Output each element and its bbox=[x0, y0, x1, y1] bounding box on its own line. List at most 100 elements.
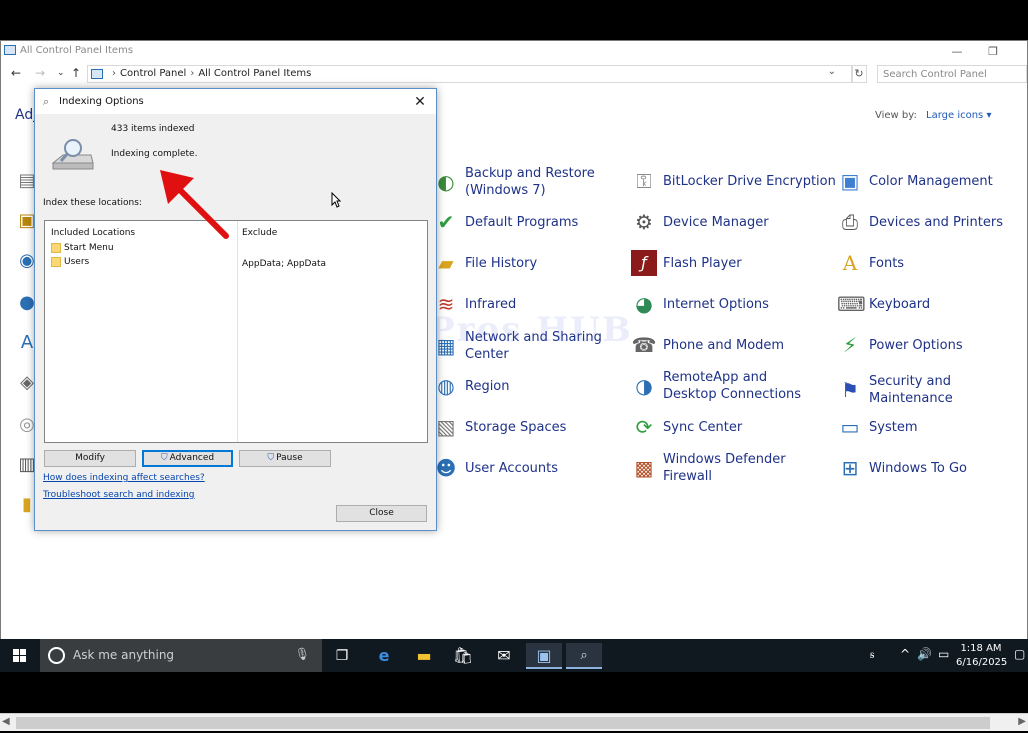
search-input[interactable]: Search Control Panel bbox=[877, 65, 1027, 83]
clock-time: 1:18 AM bbox=[960, 643, 1002, 654]
up-arrow-icon[interactable]: ↑ bbox=[71, 66, 81, 80]
window-title: All Control Panel Items bbox=[20, 45, 134, 56]
cp-item-devices-printers[interactable]: ⎙ Devices and Printers bbox=[837, 209, 1003, 235]
close-button[interactable]: Close bbox=[336, 505, 427, 522]
taskbar: Ask me anything 🎙 ❐ e ▬ 🛍 ✉ ▣ ⌕ ꭶ ^ 🔊 ▭ … bbox=[0, 639, 1028, 672]
start-button[interactable] bbox=[0, 639, 40, 672]
breadcrumb-all-items[interactable]: All Control Panel Items bbox=[198, 68, 311, 79]
power-options-icon: ⚡ bbox=[842, 333, 858, 357]
phone-modem-icon: ☎ bbox=[631, 333, 657, 357]
bitlocker-icon: ⚿ bbox=[636, 169, 652, 193]
forward-arrow-icon[interactable]: → bbox=[35, 66, 45, 80]
cp-item-color-management[interactable]: ▣ Color Management bbox=[837, 168, 993, 194]
printer-icon: ⎙ bbox=[842, 210, 858, 234]
cp-item-backup[interactable]: ◐ Backup and Restore (Windows 7) bbox=[433, 165, 595, 199]
firewall-icon: ▩ bbox=[634, 456, 654, 480]
edge-browser-icon[interactable]: e bbox=[366, 643, 402, 669]
breadcrumb-control-panel[interactable]: Control Panel bbox=[120, 68, 186, 79]
desktop-screen: All Control Panel Items — ❐ ← → ⌄ ↑ › Con… bbox=[0, 0, 1028, 733]
control-panel-taskbar-icon[interactable]: ▣ bbox=[526, 643, 562, 669]
address-bar-row: ← → ⌄ ↑ › Control Panel › All Control Panel… bbox=[1, 63, 1027, 85]
table-row[interactable]: Users bbox=[51, 257, 89, 267]
pause-button[interactable]: ⛉ Pause bbox=[239, 450, 331, 467]
exclude-value: AppData; AppData bbox=[242, 259, 327, 269]
indexing-drive-icon bbox=[51, 139, 94, 170]
file-explorer-icon[interactable]: ▬ bbox=[406, 643, 442, 669]
scroll-right-arrow-icon[interactable]: ▶ bbox=[1018, 716, 1026, 727]
link-troubleshoot[interactable]: Troubleshoot search and indexing bbox=[43, 490, 195, 500]
breadcrumb: › Control Panel › All Control Panel Items bbox=[112, 68, 312, 79]
cp-item-device-manager[interactable]: ⚙ Device Manager bbox=[631, 209, 769, 235]
windows-to-go-icon: ⊞ bbox=[841, 456, 859, 480]
refresh-icon[interactable]: ↻ bbox=[851, 65, 867, 83]
internet-options-icon: ◕ bbox=[635, 292, 653, 316]
remoteapp-icon: ◑ bbox=[635, 374, 653, 398]
cortana-search-box[interactable]: Ask me anything 🎙 bbox=[40, 639, 322, 672]
dialog-title-bar[interactable]: ⌕ Indexing Options ✕ bbox=[35, 89, 436, 114]
recent-locations-chevron-icon[interactable]: ⌄ bbox=[57, 68, 65, 78]
indexing-options-taskbar-icon[interactable]: ⌕ bbox=[566, 643, 602, 669]
items-indexed-count: 433 items indexed bbox=[111, 124, 195, 134]
minimize-button[interactable]: — bbox=[939, 43, 975, 61]
view-by-dropdown[interactable]: Large icons ▾ bbox=[926, 110, 991, 121]
windows-logo-icon bbox=[13, 649, 26, 662]
keyboard-icon: ⌨ bbox=[837, 292, 866, 316]
action-center-icon[interactable]: ▢ bbox=[1014, 647, 1025, 661]
view-by: View by: Large icons ▾ bbox=[875, 110, 991, 121]
locations-table[interactable]: Included Locations Exclude Start Menu Us… bbox=[44, 220, 428, 443]
cortana-placeholder: Ask me anything bbox=[73, 648, 175, 662]
volume-icon[interactable]: 🔊 bbox=[917, 647, 932, 661]
red-annotation-arrow bbox=[160, 170, 229, 239]
title-bar[interactable]: All Control Panel Items — ❐ bbox=[1, 41, 1027, 63]
fonts-icon: A bbox=[842, 251, 858, 275]
address-dropdown-icon[interactable]: ⌄ bbox=[828, 66, 836, 77]
cp-item-security-maintenance[interactable]: ⚑ Security and Maintenance bbox=[837, 373, 1027, 407]
task-view-icon[interactable]: ❐ bbox=[324, 643, 360, 669]
modify-button[interactable]: Modify bbox=[44, 450, 136, 467]
microphone-icon[interactable]: 🎙 bbox=[295, 647, 310, 661]
scroll-left-arrow-icon[interactable]: ◀ bbox=[2, 716, 10, 727]
show-hidden-icons-chevron-icon[interactable]: ^ bbox=[900, 647, 910, 661]
uac-shield-icon: ⛉ bbox=[160, 453, 168, 463]
cp-item-default-programs[interactable]: ✔ Default Programs bbox=[433, 209, 579, 235]
cp-item-system[interactable]: ▭ System bbox=[837, 414, 918, 440]
indexing-status: Indexing complete. bbox=[111, 149, 198, 159]
back-arrow-icon[interactable]: ← bbox=[11, 66, 21, 80]
cp-item-keyboard[interactable]: ⌨ Keyboard bbox=[837, 291, 930, 317]
address-box[interactable]: › Control Panel › All Control Panel Items ⌄ bbox=[87, 65, 853, 83]
store-icon[interactable]: 🛍 bbox=[445, 643, 481, 669]
cp-item-storage-spaces[interactable]: ▧ Storage Spaces bbox=[433, 414, 567, 440]
advanced-button[interactable]: ⛉ Advanced bbox=[142, 450, 233, 467]
control-panel-icon bbox=[4, 45, 16, 55]
cp-item-flash-player[interactable]: ƒ Flash Player bbox=[631, 250, 742, 276]
column-header-exclude: Exclude bbox=[242, 228, 278, 238]
cp-item-fonts[interactable]: A Fonts bbox=[837, 250, 904, 276]
cp-item-user-accounts[interactable]: ☻ User Accounts bbox=[433, 455, 558, 481]
horizontal-scrollbar[interactable]: ◀ ▶ bbox=[0, 713, 1028, 731]
network-status-icon[interactable]: ▭ bbox=[938, 647, 949, 661]
link-indexing-affect-searches[interactable]: How does indexing affect searches? bbox=[43, 473, 205, 483]
cp-item-internet-options[interactable]: ◕ Internet Options bbox=[631, 291, 769, 317]
table-row[interactable]: Start Menu bbox=[51, 243, 114, 253]
mail-icon[interactable]: ✉ bbox=[486, 643, 522, 669]
restore-button[interactable]: ❐ bbox=[975, 43, 1011, 61]
cp-item-phone-modem[interactable]: ☎ Phone and Modem bbox=[631, 332, 785, 358]
uac-shield-icon: ⛉ bbox=[267, 453, 275, 463]
control-panel-icon bbox=[91, 69, 103, 79]
device-manager-icon: ⚙ bbox=[635, 210, 653, 234]
color-management-icon: ▣ bbox=[840, 169, 860, 193]
scrollbar-thumb[interactable] bbox=[16, 717, 990, 729]
cp-item-sync-center[interactable]: ⟳ Sync Center bbox=[631, 414, 743, 440]
cp-item-remoteapp[interactable]: ◑ RemoteApp and Desktop Connections bbox=[631, 369, 813, 403]
cp-item-firewall[interactable]: ▩ Windows Defender Firewall bbox=[631, 451, 793, 485]
system-clock[interactable]: 1:18 AM 6/16/2025 bbox=[956, 642, 1008, 670]
cp-item-bitlocker[interactable]: ⚿ BitLocker Drive Encryption bbox=[631, 168, 836, 194]
clock-date: 6/16/2025 bbox=[956, 657, 1008, 668]
cp-item-windows-to-go[interactable]: ⊞ Windows To Go bbox=[837, 455, 967, 481]
close-icon[interactable]: ✕ bbox=[410, 92, 430, 112]
dialog-title: Indexing Options bbox=[59, 96, 144, 107]
cp-item-region[interactable]: ◍ Region bbox=[433, 373, 509, 399]
cp-item-power-options[interactable]: ⚡ Power Options bbox=[837, 332, 963, 358]
people-icon[interactable]: ꭶ bbox=[870, 647, 874, 662]
cp-item-file-history[interactable]: ▰ File History bbox=[433, 250, 537, 276]
